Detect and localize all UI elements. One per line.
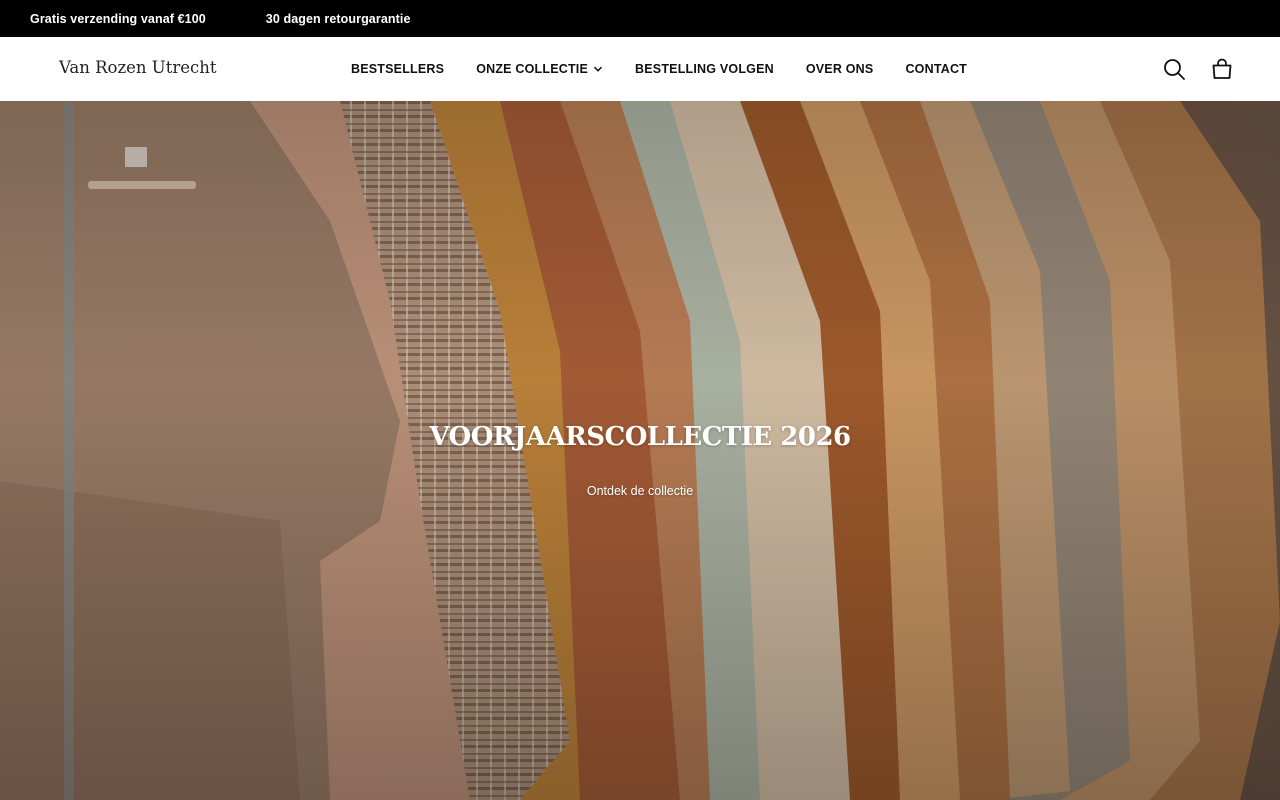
cart-button[interactable]	[1209, 56, 1235, 82]
search-icon	[1164, 59, 1185, 80]
discover-collection-link[interactable]: Ontdek de collectie	[0, 484, 1280, 498]
hero-title: VOORJAARSCOLLECTIE 2026	[429, 422, 851, 452]
search-button[interactable]	[1161, 56, 1187, 82]
nav-label: ONZE COLLECTIE	[476, 62, 589, 76]
store-logo[interactable]: Van Rozen Utrecht	[59, 58, 216, 77]
nav-onze-collectie[interactable]: ONZE COLLECTIE	[476, 62, 603, 76]
announcement-free-shipping: Gratis verzending vanaf €100	[30, 11, 206, 26]
hero-banner: VOORJAARSCOLLECTIE 2026 Ontdek de collec…	[0, 101, 1280, 800]
nav-label: BESTSELLERS	[351, 62, 445, 76]
nav-contact[interactable]: CONTACT	[905, 62, 967, 76]
announcement-returns: 30 dagen retourgarantie	[265, 11, 411, 26]
chevron-down-icon	[593, 66, 603, 72]
cta-label: Ontdek de collectie	[586, 484, 694, 498]
shopping-bag-icon	[1212, 58, 1232, 79]
announcement-bar: Gratis verzending vanaf €100 30 dagen re…	[0, 0, 1280, 37]
nav-bestelling-volgen[interactable]: BESTELLING VOLGEN	[635, 62, 774, 76]
nav-over-ons[interactable]: OVER ONS	[806, 62, 874, 76]
site-header: Van Rozen Utrecht BESTSELLERS ONZE COLLE…	[0, 37, 1280, 101]
nav-label: OVER ONS	[805, 62, 874, 76]
main-nav: BESTSELLERS ONZE COLLECTIE BESTELLING VO…	[351, 37, 967, 101]
nav-bestsellers[interactable]: BESTSELLERS	[351, 62, 444, 76]
nav-label: CONTACT	[905, 62, 968, 76]
nav-label: BESTELLING VOLGEN	[635, 62, 774, 76]
